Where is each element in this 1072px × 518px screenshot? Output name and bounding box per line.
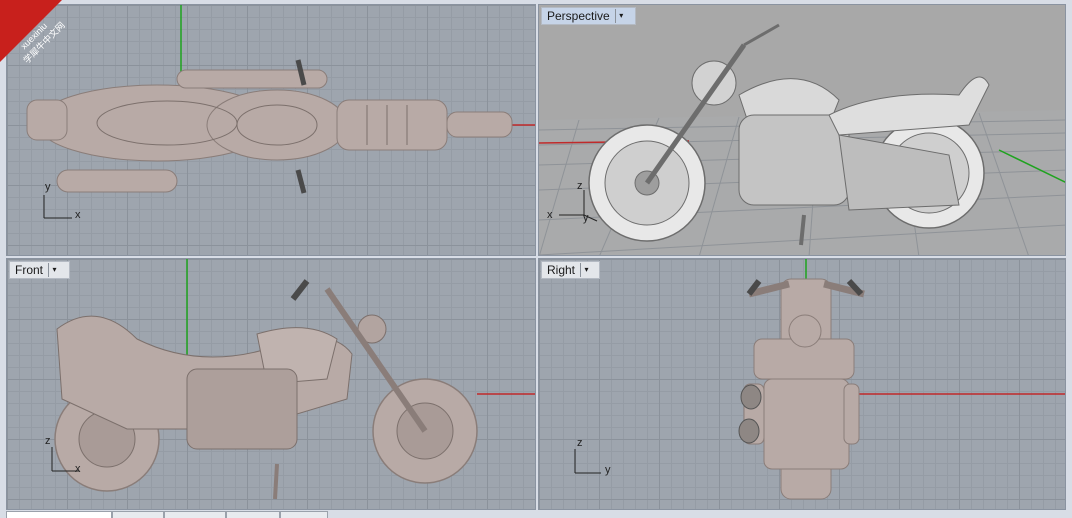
- dropdown-arrow-icon[interactable]: ▾: [48, 263, 60, 277]
- dropdown-arrow-icon[interactable]: ▾: [614, 9, 627, 23]
- watermark-logo: xuexiniu 学犀牛中文网: [0, 0, 70, 70]
- viewport-tab[interactable]: [112, 511, 164, 518]
- viewport-front[interactable]: Front ▾ z x: [6, 258, 536, 510]
- viewport-right[interactable]: Right ▾ z y: [538, 258, 1066, 510]
- axis-label-z: z: [577, 437, 583, 449]
- viewport-tab-bar: [6, 511, 1066, 518]
- perspective-view-model: [539, 23, 1065, 255]
- right-view-model: [574, 259, 1065, 500]
- axis-label-y: y: [605, 464, 611, 476]
- viewport-tab[interactable]: [226, 511, 280, 518]
- front-view-model: [51, 259, 535, 500]
- viewport-title-label: Perspective: [547, 9, 610, 23]
- top-view-model: [26, 5, 535, 219]
- viewport-title-label: Front: [15, 263, 44, 277]
- axis-label-x: x: [75, 463, 81, 475]
- viewport-title-label: Right: [547, 263, 576, 277]
- axis-label-z: z: [45, 435, 51, 447]
- viewport-top[interactable]: y x: [6, 4, 536, 256]
- viewport-title-front[interactable]: Front ▾: [9, 261, 70, 279]
- axis-label-z: z: [577, 180, 583, 192]
- axis-label-x: x: [75, 209, 81, 221]
- viewport-title-right[interactable]: Right ▾: [541, 261, 600, 279]
- dropdown-arrow-icon[interactable]: ▾: [580, 263, 592, 277]
- viewport-tab[interactable]: [164, 511, 226, 518]
- viewport-title-perspective[interactable]: Perspective ▾: [541, 7, 636, 25]
- viewport-tab[interactable]: [6, 511, 112, 518]
- axis-label-y: y: [45, 181, 51, 193]
- axis-label-x: x: [547, 209, 553, 221]
- viewport-perspective[interactable]: Perspective ▾ z x y: [538, 4, 1066, 256]
- viewport-tab[interactable]: [280, 511, 328, 518]
- axis-label-y: y: [583, 212, 589, 224]
